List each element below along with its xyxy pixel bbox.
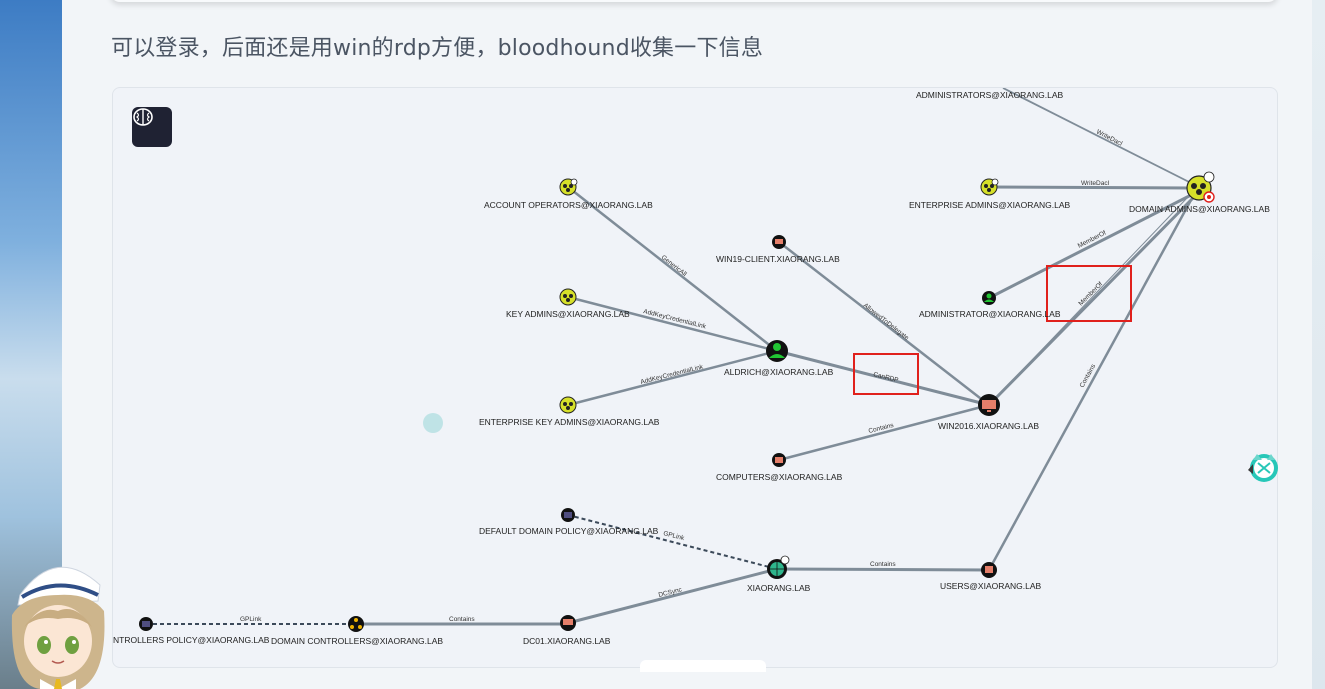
edge-contains-computers[interactable] xyxy=(778,403,990,462)
node-container-icon[interactable] xyxy=(772,453,786,467)
node-user-icon[interactable] xyxy=(766,340,788,362)
node-container-icon[interactable] xyxy=(981,562,997,578)
node-label: DEFAULT DOMAIN POLICY@XIAORANG.LAB xyxy=(479,526,659,536)
brain-icon xyxy=(133,108,153,126)
node-group-icon[interactable] xyxy=(559,288,577,306)
decorative-badge xyxy=(1248,454,1278,482)
node-label: ACCOUNT OPERATORS@XIAORANG.LAB xyxy=(484,200,653,210)
brain-menu-button[interactable] xyxy=(132,107,172,147)
node-label: WIN19-CLIENT.XIAORANG.LAB xyxy=(716,254,840,264)
edge-label: GenericAll xyxy=(660,254,688,278)
node-label: DOMAIN CONTROLLERS@XIAORANG.LAB xyxy=(271,636,443,646)
node-domain-icon[interactable] xyxy=(767,555,790,579)
mascot-image xyxy=(11,566,105,689)
edge-dcsync[interactable] xyxy=(567,567,778,625)
edge-label: AllowedToDelegate xyxy=(862,302,910,342)
node-computer-icon[interactable] xyxy=(772,235,786,249)
node-gpo-icon[interactable] xyxy=(561,508,575,522)
edge-label: Contains xyxy=(449,616,475,623)
article-caption: 可以登录，后面还是用win的rdp方便，bloodhound收集一下信息 xyxy=(111,36,764,61)
node-label: COMPUTERS@XIAORANG.LAB xyxy=(716,472,843,482)
node-label: USERS@XIAORANG.LAB xyxy=(940,581,1042,591)
previous-card xyxy=(110,0,1278,2)
node-gpo-icon[interactable] xyxy=(139,617,153,631)
node-user-icon[interactable] xyxy=(982,291,996,305)
node-label: ADMINISTRATORS@XIAORANG.LAB xyxy=(916,90,1064,100)
node-group-icon[interactable] xyxy=(559,396,577,414)
decorative-dot xyxy=(423,413,443,433)
edge-writedacl-2[interactable] xyxy=(988,185,1192,190)
graph-canvas[interactable]: WriteDacl WriteDacl MemberOf MemberOf Ge… xyxy=(113,88,1277,667)
nodes xyxy=(139,171,1215,632)
edge-addkeycred-1[interactable] xyxy=(567,295,778,353)
node-label: ENTERPRISE KEY ADMINS@XIAORANG.LAB xyxy=(479,417,660,427)
edges xyxy=(146,88,1202,626)
bottom-tab xyxy=(640,660,766,672)
node-computer-icon[interactable] xyxy=(560,615,576,631)
edge-label: WriteDacl xyxy=(1095,129,1124,148)
node-label: WIN2016.XIAORANG.LAB xyxy=(938,421,1039,431)
edge-gplink-default[interactable] xyxy=(567,514,778,570)
edge-label: CanRDP xyxy=(873,371,900,384)
node-label: XIAORANG.LAB xyxy=(747,583,811,593)
edge-label: WriteDacl xyxy=(1081,180,1110,187)
node-label: ENTERPRISE ADMINS@XIAORANG.LAB xyxy=(909,200,1071,210)
node-group-icon[interactable] xyxy=(980,178,999,196)
edge-contains-users-da[interactable] xyxy=(987,199,1193,571)
node-label: KEY ADMINS@XIAORANG.LAB xyxy=(506,309,630,319)
node-ou-icon[interactable] xyxy=(348,616,364,632)
node-domain-admins-icon[interactable] xyxy=(1186,171,1215,203)
node-label: NTROLLERS POLICY@XIAORANG.LAB xyxy=(113,635,270,645)
edge-label: GPLink xyxy=(240,616,262,623)
node-label: ADMINISTRATOR@XIAORANG.LAB xyxy=(919,309,1061,319)
node-computer-icon[interactable] xyxy=(978,394,1000,416)
node-label: DC01.XIAORANG.LAB xyxy=(523,636,611,646)
bloodhound-graph[interactable]: WriteDacl WriteDacl MemberOf MemberOf Ge… xyxy=(112,87,1278,668)
edge-label: Contains xyxy=(870,561,896,568)
node-label: ALDRICH@XIAORANG.LAB xyxy=(724,367,834,377)
node-label: DOMAIN ADMINS@XIAORANG.LAB xyxy=(1129,204,1270,214)
edge-label: AddKeyCredentialLink xyxy=(640,363,705,386)
edge-contains-users[interactable] xyxy=(776,567,990,572)
